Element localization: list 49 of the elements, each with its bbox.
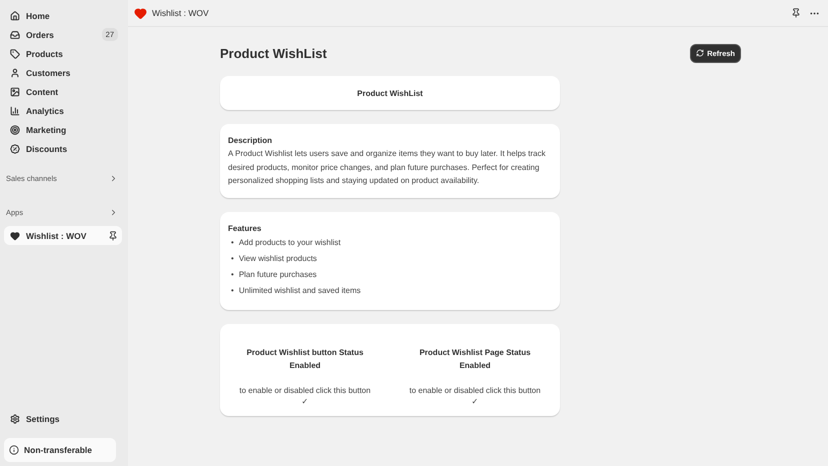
app-item[interactable]: Wishlist : WOV <box>4 226 122 245</box>
sidebar-item[interactable]: Products <box>4 44 122 63</box>
card-heading: Features <box>228 224 262 232</box>
status-notice: Non-transferable <box>4 438 116 462</box>
card-heading: Description <box>228 136 274 145</box>
status-title: Product Wishlist Page Status <box>419 346 531 359</box>
feature-item: View wishlist products <box>238 252 317 265</box>
app-title: Wishlist : WOV <box>152 8 209 18</box>
status-value: Enabled <box>289 360 321 372</box>
status-hint: to enable or disabled click this button <box>409 384 541 397</box>
chevron-icon <box>109 174 118 182</box>
info-icon <box>9 445 19 455</box>
pin-icon[interactable] <box>108 230 118 240</box>
sidebar-item[interactable]: Content <box>4 82 122 101</box>
heart-icon <box>10 230 20 240</box>
sidebar-item[interactable]: Marketing <box>4 120 122 139</box>
sidebar-item[interactable]: Customers <box>4 63 122 82</box>
feature-item: Unlimited wishlist and saved items <box>238 285 361 298</box>
status-value: Enabled <box>459 360 491 372</box>
inbox-icon <box>10 30 20 40</box>
sidebar-item[interactable]: Home <box>4 6 122 25</box>
sidebar-item[interactable]: Analytics <box>4 101 122 120</box>
target-icon <box>10 124 20 134</box>
pin-icon[interactable] <box>791 8 801 18</box>
bullet: • <box>231 236 234 248</box>
feature-item: Plan future purchases <box>238 269 317 282</box>
banner-card: Product WishList <box>220 76 560 110</box>
bullet: • <box>231 252 234 265</box>
settings-item[interactable]: Settings <box>4 409 122 428</box>
page-title: Product WishList <box>220 46 327 60</box>
bullet: • <box>231 269 234 282</box>
image-icon <box>10 86 20 96</box>
description-text: A Product Wishlist lets users save and organize items they want to buy later. It helps track desired products, monitor price changes, and plan future purchases. Perfect for creating personalized shopping lists and staying updated on product availability. <box>228 148 546 187</box>
status-title: Product Wishlist button Status <box>246 346 364 359</box>
home-icon <box>10 10 20 20</box>
feature-item: Add products to your wishlist <box>238 236 341 249</box>
toggle-check[interactable]: ✓ <box>472 396 478 406</box>
tag-icon <box>10 48 20 58</box>
status-hint: to enable or disabled click this button <box>239 384 371 397</box>
toggle-check[interactable]: ✓ <box>302 396 308 406</box>
bar-chart-icon <box>10 106 20 116</box>
chevron-icon <box>109 208 118 216</box>
person-icon <box>10 68 20 78</box>
heart-icon <box>134 6 147 20</box>
refresh-icon <box>696 49 704 57</box>
settings-icon <box>10 414 20 424</box>
sidebar-item[interactable]: Discounts <box>4 139 122 158</box>
bullet: • <box>231 285 234 298</box>
badge-icon <box>10 144 20 154</box>
